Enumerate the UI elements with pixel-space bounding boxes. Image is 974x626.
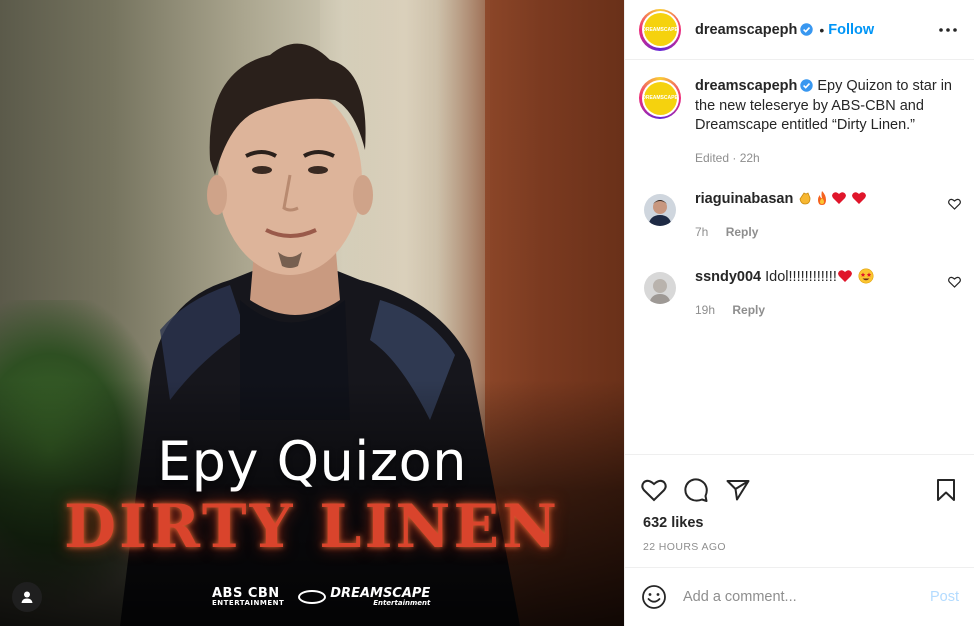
post-header: DREAMSCAPE dreamscapeph • Follow	[625, 0, 974, 60]
caption-body: dreamscapeph Epy Quizon to star in the n…	[695, 77, 953, 168]
caption-dreamscape-avatar-logo: DREAMSCAPE	[642, 81, 678, 115]
post-comment-button[interactable]: Post	[930, 589, 959, 605]
save-bookmark-icon[interactable]	[933, 477, 959, 503]
image-show-title: DIRTY LINEN	[64, 492, 560, 562]
dreamscape-logo: DREAMSCAPE Entertainment	[298, 587, 430, 607]
tagged-user-icon[interactable]	[12, 582, 42, 612]
user-icon	[21, 591, 33, 603]
image-headline: Epy Quizon	[157, 430, 467, 493]
post-side-panel: DREAMSCAPE dreamscapeph • Follow DREAMSC…	[624, 0, 974, 626]
post-actions: 632 likes 22 HOURS AGO	[625, 454, 974, 568]
fire-emoji-icon	[818, 191, 827, 205]
like-comment-heart-icon[interactable]	[948, 198, 961, 210]
dreamscape-logo-ring	[298, 590, 327, 604]
comment-age: 19h	[695, 303, 716, 317]
comment-input[interactable]	[683, 589, 923, 605]
verified-badge-icon	[800, 23, 814, 36]
comment-body: ssndy004 Idol!!!!!!!!!!!! 19h Reply	[695, 268, 935, 320]
likes-count[interactable]: 632 likes	[625, 511, 974, 531]
paper-plane-icon	[726, 480, 750, 501]
heart-emoji-icon	[852, 192, 867, 204]
commenter-avatar[interactable]	[644, 194, 676, 226]
caption-author-avatar[interactable]: DREAMSCAPE	[639, 77, 681, 119]
clap-emoji-icon	[799, 192, 811, 205]
comment-text: Idol!!!!!!!!!!!!	[765, 269, 837, 285]
emoji-picker-icon[interactable]	[641, 584, 667, 610]
like-comment-heart-icon[interactable]	[948, 276, 961, 288]
comment-body: riaguinabasan 7h Reply	[695, 190, 935, 242]
comment-username[interactable]: ssndy004	[695, 269, 761, 285]
star-struck-emoji-icon	[858, 268, 874, 284]
action-icon-row	[625, 455, 974, 511]
author-avatar[interactable]: DREAMSCAPE	[639, 8, 681, 51]
post-image[interactable]: Epy Quizon DIRTY LINEN ABS CBN ENTERTAIN…	[0, 0, 624, 626]
abs-cbn-logo: ABS CBN ENTERTAINMENT	[212, 587, 284, 607]
reply-button[interactable]: Reply	[726, 225, 759, 239]
heart-outline-icon	[641, 479, 667, 502]
comment-item: riaguinabasan 7h Reply	[625, 190, 974, 242]
comment-item: ssndy004 Idol!!!!!!!!!!!! 19h Reply	[625, 268, 974, 320]
verified-badge-icon	[800, 79, 814, 92]
like-heart-icon[interactable]	[641, 477, 667, 503]
commenter-photo	[644, 194, 676, 226]
post-timestamp: 22 HOURS AGO	[643, 541, 726, 553]
commenter-avatar[interactable]	[644, 272, 676, 304]
post-caption: DREAMSCAPE dreamscapeph Epy Quizon to st…	[625, 61, 974, 168]
author-avatar-border: DREAMSCAPE	[641, 11, 679, 48]
dreamscape-logo-subtext: Entertainment	[373, 599, 431, 607]
comment-username[interactable]: riaguinabasan	[695, 191, 793, 207]
author-username[interactable]: dreamscapeph	[695, 22, 797, 38]
dreamscape-avatar-logo: DREAMSCAPE	[642, 13, 678, 46]
commenter-photo	[644, 272, 676, 304]
abs-cbn-logo-subtext: ENTERTAINMENT	[212, 599, 285, 607]
more-options-icon[interactable]	[936, 18, 960, 42]
header-separator: •	[819, 21, 825, 38]
image-logos: ABS CBN ENTERTAINMENT DREAMSCAPE Enterta…	[212, 584, 432, 610]
dreamscape-logo-wordmark: DREAMSCAPE Entertainment	[330, 587, 430, 607]
caption-avatar-border: DREAMSCAPE	[641, 79, 679, 117]
ellipsis-icon	[939, 27, 957, 32]
heart-emoji-icon	[837, 270, 852, 282]
comment-bubble-icon[interactable]	[683, 477, 709, 503]
speech-bubble-icon	[684, 478, 708, 502]
add-comment-bar: Post	[625, 568, 974, 626]
caption-edited-meta: Edited · 22h	[695, 150, 760, 165]
follow-button[interactable]: Follow	[828, 22, 874, 38]
share-send-icon[interactable]	[725, 477, 751, 503]
caption-username[interactable]: dreamscapeph	[695, 78, 797, 94]
reply-button[interactable]: Reply	[732, 303, 765, 317]
bookmark-icon	[937, 479, 955, 501]
comment-meta: 19h Reply	[695, 301, 935, 320]
heart-emoji-icon	[832, 192, 847, 204]
comment-meta: 7h Reply	[695, 223, 935, 242]
comment-age: 7h	[695, 225, 709, 239]
comments-section[interactable]: DREAMSCAPE dreamscapeph Epy Quizon to st…	[625, 61, 974, 454]
